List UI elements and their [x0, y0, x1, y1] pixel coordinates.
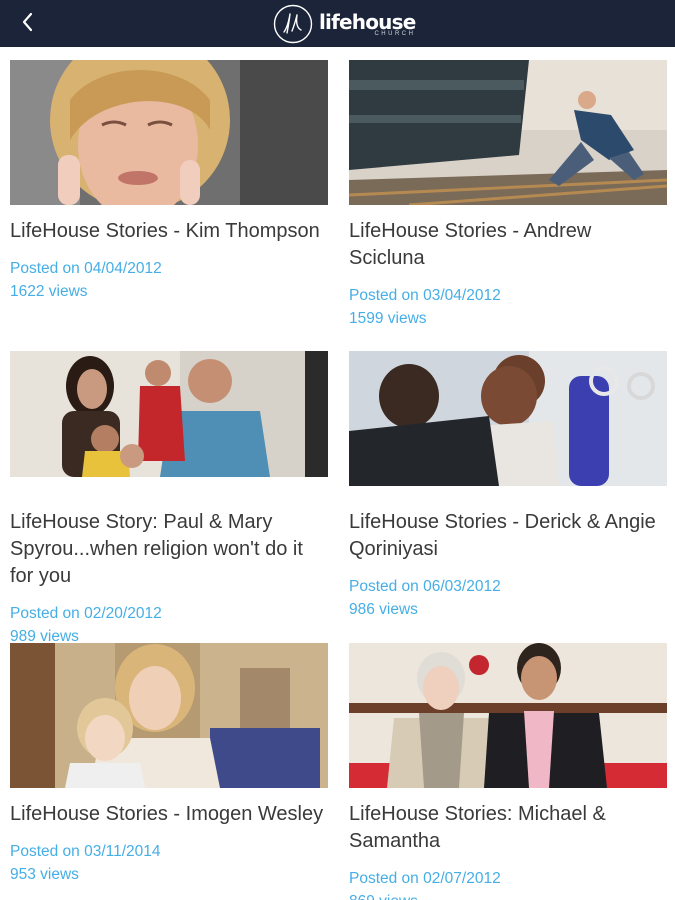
video-thumbnail[interactable]: [10, 643, 328, 788]
video-thumbnail[interactable]: [349, 60, 667, 205]
video-title[interactable]: LifeHouse Stories - Kim Thompson: [10, 218, 328, 245]
posted-date: Posted on 03/11/2014: [10, 843, 161, 860]
video-card[interactable]: LifeHouse Stories - Imogen Wesley Posted…: [10, 643, 328, 886]
video-title[interactable]: LifeHouse Stories - Imogen Wesley: [10, 801, 328, 828]
view-count: 1622 views: [10, 283, 88, 300]
video-thumbnail[interactable]: [349, 351, 667, 496]
posted-date: Posted on 02/20/2012: [10, 605, 162, 622]
video-title[interactable]: LifeHouse Stories - Andrew Scicluna: [349, 218, 667, 272]
video-title[interactable]: LifeHouse Stories - Derick & Angie Qorin…: [349, 509, 667, 563]
video-card[interactable]: LifeHouse Stories - Andrew Scicluna Post…: [349, 60, 667, 330]
brand-logo: lifehouse CHURCH: [273, 4, 416, 44]
back-button[interactable]: [14, 8, 42, 36]
chevron-left-icon: [22, 12, 33, 32]
posted-date: Posted on 04/04/2012: [10, 260, 162, 277]
view-count: 986 views: [349, 601, 418, 618]
posted-date: Posted on 03/04/2012: [349, 287, 501, 304]
video-card[interactable]: LifeHouse Stories - Derick & Angie Qorin…: [349, 351, 667, 621]
video-thumbnail[interactable]: [10, 60, 328, 205]
view-count: 869 views: [349, 890, 667, 900]
video-title[interactable]: LifeHouse Story: Paul & Mary Spyrou...wh…: [10, 509, 328, 590]
video-thumbnail[interactable]: [349, 643, 667, 788]
video-card[interactable]: LifeHouse Story: Paul & Mary Spyrou...wh…: [10, 351, 328, 648]
view-count: 953 views: [10, 866, 79, 883]
video-card[interactable]: LifeHouse Stories - Kim Thompson Posted …: [10, 60, 328, 303]
view-count: 1599 views: [349, 310, 427, 327]
video-title[interactable]: LifeHouse Stories: Michael & Samantha: [349, 801, 667, 855]
video-card[interactable]: LifeHouse Stories: Michael & Samantha Po…: [349, 643, 667, 900]
posted-date: Posted on 02/07/2012: [349, 870, 501, 887]
lifehouse-logo-mark: [273, 4, 313, 44]
brand-name: lifehouse: [319, 9, 416, 34]
video-thumbnail[interactable]: [10, 351, 328, 496]
posted-date: Posted on 06/03/2012: [349, 578, 501, 595]
app-header: lifehouse CHURCH: [0, 0, 675, 47]
